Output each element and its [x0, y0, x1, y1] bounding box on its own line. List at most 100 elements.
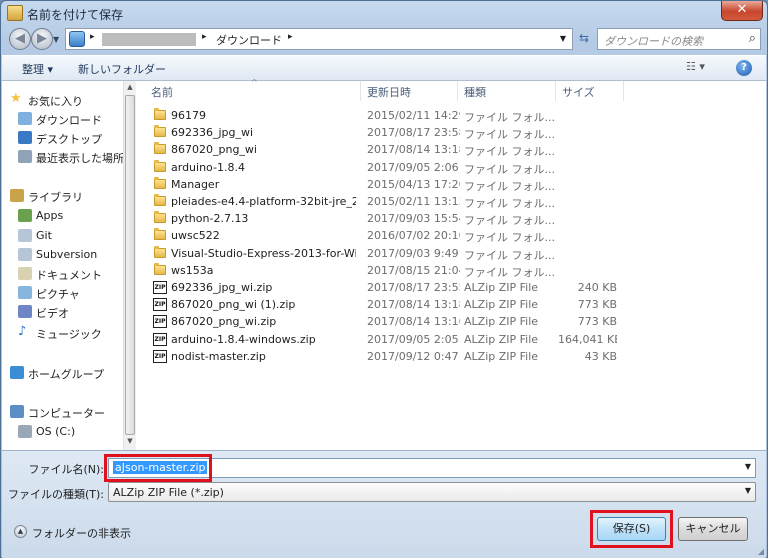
- file-row[interactable]: ZIP 867020_png_wi.zip 2017/08/14 13:16 ALZi…: [145, 313, 766, 330]
- file-date: 2017/08/17 23:55: [367, 281, 460, 294]
- sidebar-item-recent-places[interactable]: 最近表示した場所: [2, 148, 124, 166]
- file-date: 2017/08/14 13:18: [367, 143, 460, 157]
- file-row[interactable]: arduino-1.8.4 2017/09/05 2:06 ファイル フォル...: [145, 159, 766, 176]
- file-type: ALZip ZIP File: [464, 281, 539, 294]
- homegroup-icon: [10, 366, 24, 379]
- sidebar-item-label: Git: [36, 229, 52, 242]
- file-row[interactable]: ZIP 692336_jpg_wi.zip 2017/08/17 23:55 ALZi…: [145, 279, 766, 296]
- column-header-date[interactable]: 更新日時: [361, 81, 458, 101]
- file-type: ALZip ZIP File: [464, 349, 539, 363]
- file-row[interactable]: Visual-Studio-Express-2013-for-Wind... 20…: [145, 245, 766, 262]
- file-row[interactable]: ZIP nodist-master.zip 2017/09/12 0:47 ALZip…: [145, 348, 766, 365]
- breadcrumb-downloads[interactable]: ダウンロード: [216, 32, 282, 48]
- navigation-scroll-thumb[interactable]: [125, 95, 135, 435]
- sidebar-item-computer[interactable]: コンピューター: [2, 403, 124, 421]
- breadcrumb-chevron-icon[interactable]: ▸: [90, 32, 95, 42]
- sidebar-item-subversion-library[interactable]: Subversion: [2, 246, 124, 264]
- sidebar-item-git-library[interactable]: Git: [2, 227, 124, 245]
- column-header-name[interactable]: 名前 ^: [145, 78, 361, 101]
- organize-button[interactable]: 整理 ▾: [22, 61, 53, 77]
- save-as-dialog: 名前を付けて保存 ✕ ◀ ▶ ▼ ▸ ▸ ダウンロード ▸ ▼ ⇆ ダウンロード…: [0, 0, 768, 558]
- search-box[interactable]: ダウンロードの検索 ⌕: [597, 28, 761, 50]
- file-size: 773 KB: [577, 298, 617, 312]
- sidebar-item-homegroup[interactable]: ホームグループ: [2, 364, 124, 382]
- breadcrumb-chevron-icon[interactable]: ▸: [288, 32, 293, 42]
- file-date: 2017/09/03 15:54: [367, 212, 460, 226]
- file-row[interactable]: ZIP 867020_png_wi (1).zip 2017/08/14 13:18…: [145, 296, 766, 313]
- star-icon: ★: [10, 91, 22, 106]
- address-dropdown-icon[interactable]: ▼: [560, 34, 566, 43]
- navigation-pane: OS (C:) コンピューター ホームグループ ♪ ミュージック ビデオ ピクチャ ドキュメン…: [2, 81, 136, 450]
- file-row[interactable]: 692336_jpg_wi 2017/08/17 23:58 ファイル フォル...: [145, 124, 766, 141]
- file-name: 692336_jpg_wi.zip: [171, 281, 273, 294]
- file-type: ファイル フォル...: [464, 145, 555, 159]
- sidebar-item-pictures[interactable]: ピクチャ: [2, 284, 124, 302]
- folder-app-icon: [7, 5, 23, 21]
- sidebar-item-desktop[interactable]: デスクトップ: [2, 129, 124, 147]
- search-icon[interactable]: ⌕: [749, 31, 756, 46]
- file-row[interactable]: pleiades-e4.4-platform-32bit-jre_20... 20…: [145, 193, 766, 210]
- back-button[interactable]: ◀: [9, 28, 31, 50]
- navigation-scrollbar[interactable]: ▲ ▼: [123, 81, 136, 450]
- address-bar[interactable]: ▸ ▸ ダウンロード ▸ ▼: [65, 28, 573, 50]
- breadcrumb-chevron-icon[interactable]: ▸: [202, 32, 207, 42]
- file-name: 867020_png_wi (1).zip: [171, 298, 296, 312]
- search-input[interactable]: ダウンロードの検索: [604, 33, 703, 49]
- cancel-button[interactable]: キャンセル: [678, 517, 748, 541]
- computer-icon: [10, 405, 24, 418]
- file-row[interactable]: 96179 2015/02/11 14:29 ファイル フォル...: [145, 107, 766, 124]
- file-name: Manager: [171, 177, 220, 191]
- file-row[interactable]: Manager 2015/04/13 17:26 ファイル フォル...: [145, 176, 766, 193]
- file-type: ファイル フォル...: [464, 214, 555, 228]
- column-header-size[interactable]: サイズ: [556, 81, 624, 101]
- sidebar-item-drive[interactable]: OS (C:): [2, 423, 124, 441]
- file-date: 2017/09/05 2:06: [367, 160, 459, 174]
- sidebar-item-star[interactable]: ★ お気に入り: [2, 91, 124, 109]
- close-button[interactable]: ✕: [721, 1, 763, 21]
- file-row[interactable]: 867020_png_wi 2017/08/14 13:18 ファイル フォル...: [145, 141, 766, 158]
- file-name: arduino-1.8.4-windows.zip: [171, 332, 316, 346]
- change-view-icon[interactable]: ☷ ▾: [686, 60, 705, 73]
- forward-arrow-icon: ▶: [37, 31, 47, 46]
- sidebar-item-downloads[interactable]: ダウンロード: [2, 110, 124, 128]
- sidebar-item-library[interactable]: ライブラリ: [2, 187, 124, 205]
- title-bar[interactable]: 名前を付けて保存 ✕: [1, 1, 767, 25]
- redacted-path-segment[interactable]: [102, 33, 196, 46]
- file-name: arduino-1.8.4: [171, 160, 245, 174]
- new-folder-button[interactable]: 新しいフォルダー: [78, 61, 166, 77]
- sidebar-item-label: ビデオ: [36, 307, 69, 320]
- file-row[interactable]: ZIP arduino-1.8.4-windows.zip 2017/09/05 2…: [145, 331, 766, 348]
- filetype-dropdown-icon[interactable]: ▼: [745, 486, 751, 495]
- forward-button[interactable]: ▶: [31, 28, 53, 50]
- sidebar-item-label: コンピューター: [28, 407, 105, 420]
- file-type: ALZip ZIP File: [464, 332, 539, 346]
- sidebar-item-videos[interactable]: ビデオ: [2, 303, 124, 321]
- file-date: 2017/09/05 2:05: [367, 332, 459, 346]
- column-header-type[interactable]: 種類: [458, 81, 556, 101]
- file-row[interactable]: python-2.7.13 2017/09/03 15:54 ファイル フォル...: [145, 210, 766, 227]
- file-type: ファイル フォル...: [464, 162, 555, 176]
- scroll-up-icon[interactable]: ▲: [124, 83, 136, 91]
- sidebar-item-label: OS (C:): [36, 425, 76, 438]
- help-icon[interactable]: ?: [736, 60, 752, 76]
- file-size: 240 KB: [577, 281, 617, 294]
- sidebar-item-music[interactable]: ♪ ミュージック: [2, 324, 124, 342]
- recent-pages-dropdown-icon[interactable]: ▼: [53, 35, 59, 44]
- folder-icon: [154, 262, 166, 275]
- filetype-select[interactable]: ALZip ZIP File (*.zip) ▼: [108, 482, 756, 502]
- sidebar-item-apps-library[interactable]: Apps: [2, 207, 124, 225]
- file-name: 867020_png_wi: [171, 143, 257, 157]
- sidebar-item-label: ライブラリ: [28, 191, 83, 204]
- scroll-down-icon[interactable]: ▼: [124, 437, 136, 445]
- file-row[interactable]: uwsc522 2016/07/02 20:16 ファイル フォル...: [145, 227, 766, 244]
- sidebar-item-label: 最近表示した場所: [36, 152, 124, 165]
- filename-dropdown-icon[interactable]: ▼: [745, 462, 751, 471]
- refresh-icon[interactable]: ⇆: [575, 28, 593, 50]
- resize-grip-icon[interactable]: ◢: [758, 547, 764, 556]
- file-type: ファイル フォル...: [464, 248, 555, 262]
- sidebar-item-documents[interactable]: ドキュメント: [2, 265, 124, 283]
- file-type: ファイル フォル...: [464, 111, 555, 124]
- file-row[interactable]: ws153a 2017/08/15 21:04 ファイル フォル...: [145, 262, 766, 279]
- location-icon: [69, 31, 85, 47]
- file-name: pleiades-e4.4-platform-32bit-jre_20...: [171, 195, 356, 208]
